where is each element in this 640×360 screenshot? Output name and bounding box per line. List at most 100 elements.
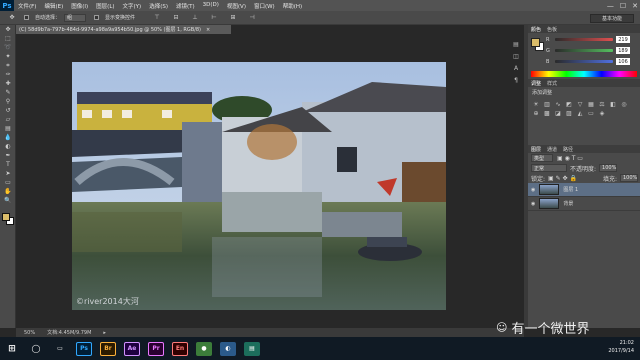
black-white-icon[interactable]: ◧ xyxy=(609,101,617,108)
menu-item[interactable]: 窗口(W) xyxy=(250,2,279,10)
path-select-icon[interactable]: ➤ xyxy=(2,169,14,178)
canvas-photo[interactable]: ©river2014大河 xyxy=(72,62,446,310)
brush-icon[interactable]: ✎ xyxy=(2,88,14,97)
channel-slider[interactable] xyxy=(555,49,613,52)
tab-styles[interactable]: 样式 xyxy=(547,80,557,87)
align-left-icon[interactable]: ⊢ xyxy=(208,13,220,22)
status-arrow-icon[interactable]: ▸ xyxy=(103,330,106,336)
filter-icons[interactable]: ▣ ◉ T ▭ xyxy=(557,155,583,162)
minimize-button[interactable]: — xyxy=(607,2,614,10)
tab-adjustments[interactable]: 调整 xyxy=(531,80,541,87)
invert-icon[interactable]: ◪ xyxy=(554,110,562,117)
gradient-map-icon[interactable]: ▭ xyxy=(587,110,595,117)
vibrance-icon[interactable]: ▽ xyxy=(576,101,584,108)
crop-icon[interactable]: ⌗ xyxy=(2,61,14,70)
photo-filter-icon[interactable]: ◎ xyxy=(620,101,628,108)
align-top-icon[interactable]: ⊤ xyxy=(151,13,163,22)
menu-item[interactable]: 编辑(E) xyxy=(40,2,67,10)
curves-icon[interactable]: ∿ xyxy=(554,101,562,108)
marquee-icon[interactable]: ⬚ xyxy=(2,34,14,43)
auto-select-checkbox[interactable] xyxy=(24,15,29,20)
close-tab-icon[interactable]: × xyxy=(206,27,210,33)
taskbar-app-en-icon[interactable]: En xyxy=(172,341,188,356)
channel-slider[interactable] xyxy=(555,38,613,41)
channel-value-input[interactable]: 106 xyxy=(616,58,630,65)
menu-item[interactable]: 图层(L) xyxy=(92,2,118,10)
menu-item[interactable]: 帮助(H) xyxy=(279,2,306,10)
explorer-icon[interactable]: ▤ xyxy=(244,341,260,356)
tab-channels[interactable]: 通道 xyxy=(547,146,557,153)
blend-mode-dropdown[interactable]: 正常 xyxy=(531,164,567,172)
tab-color[interactable]: 颜色 xyxy=(531,26,541,33)
windows-start-icon[interactable]: ⊞ xyxy=(4,342,20,356)
levels-icon[interactable]: ▥ xyxy=(543,101,551,108)
eyedropper-icon[interactable]: ✑ xyxy=(2,70,14,79)
system-clock[interactable]: 21:02 2017/9/14 xyxy=(608,339,634,355)
document-tab[interactable]: (C) 58d9b7a-797b-484d-9974-a98a9a954b50.… xyxy=(16,25,231,34)
align-right-icon[interactable]: ⊣ xyxy=(246,13,258,22)
selective-color-icon[interactable]: ◈ xyxy=(598,110,606,117)
align-center-icon[interactable]: ⊞ xyxy=(227,13,239,22)
search-icon[interactable]: ◯ xyxy=(28,342,44,356)
pen-icon[interactable]: ✒ xyxy=(2,151,14,160)
menu-item[interactable]: 图像(I) xyxy=(67,2,92,10)
paragraph-panel-icon[interactable]: ¶ xyxy=(512,76,520,84)
exposure-icon[interactable]: ◩ xyxy=(565,101,573,108)
lock-icons[interactable]: ▣ ✎ ✥ 🔒 xyxy=(548,175,577,182)
close-button[interactable]: ✕ xyxy=(632,2,638,10)
posterize-icon[interactable]: ▨ xyxy=(565,110,573,117)
layer-kind-filter[interactable]: 类型 xyxy=(531,154,553,162)
show-transform-checkbox[interactable] xyxy=(94,15,100,20)
zoom-icon[interactable]: 🔍 xyxy=(2,196,14,205)
properties-panel-icon[interactable]: ◫ xyxy=(512,52,520,60)
taskbar-app-pr-icon[interactable]: Pr xyxy=(148,341,164,356)
menu-item[interactable]: 滤镜(T) xyxy=(172,2,199,10)
maximize-button[interactable]: ☐ xyxy=(620,2,626,10)
visibility-eye-icon[interactable]: ◉ xyxy=(531,187,535,193)
tool-color-swatches[interactable] xyxy=(0,213,15,233)
lasso-icon[interactable]: ➰ xyxy=(2,43,14,52)
channel-mixer-icon[interactable]: ⊕ xyxy=(532,110,540,117)
task-view-icon[interactable]: ▭ xyxy=(52,342,68,356)
channel-value-input[interactable]: 219 xyxy=(616,36,630,43)
hand-icon[interactable]: ✋ xyxy=(2,187,14,196)
taskbar-app-ae-icon[interactable]: Ae xyxy=(124,341,140,356)
move-tool-icon[interactable]: ✥ xyxy=(6,13,18,22)
menu-item[interactable]: 选择(S) xyxy=(145,2,172,10)
hue-saturation-icon[interactable]: ▦ xyxy=(587,101,595,108)
gradient-icon[interactable]: ▤ xyxy=(2,124,14,133)
menu-item[interactable]: 文件(F) xyxy=(14,2,40,10)
channel-value-input[interactable]: 189 xyxy=(616,47,630,54)
browser-icon[interactable]: ◐ xyxy=(220,341,236,356)
color-lookup-icon[interactable]: ▩ xyxy=(543,110,551,117)
history-panel-icon[interactable]: ▤ xyxy=(512,40,520,48)
auto-select-dropdown[interactable]: 组 xyxy=(64,13,87,22)
blur-icon[interactable]: 💧 xyxy=(2,133,14,142)
chrome-icon[interactable]: ● xyxy=(196,341,212,356)
layer-row[interactable]: ◉ 背景 xyxy=(528,197,640,211)
opacity-input[interactable]: 100% xyxy=(599,164,618,172)
rectangle-icon[interactable]: ▭ xyxy=(2,178,14,187)
character-panel-icon[interactable]: A xyxy=(512,64,520,72)
zoom-level[interactable]: 50% xyxy=(24,330,35,336)
menu-item[interactable]: 3D(D) xyxy=(199,2,223,10)
text-icon[interactable]: T xyxy=(2,160,14,169)
menu-item[interactable]: 视图(V) xyxy=(223,2,250,10)
align-middle-icon[interactable]: ⊟ xyxy=(170,13,182,22)
move-icon[interactable]: ✥ xyxy=(2,25,14,34)
align-bottom-icon[interactable]: ⊥ xyxy=(189,13,201,22)
workspace-switcher[interactable]: 基本功能 xyxy=(590,14,634,23)
eraser-icon[interactable]: ▱ xyxy=(2,115,14,124)
taskbar-app-ps-icon[interactable]: Ps xyxy=(76,341,92,356)
threshold-icon[interactable]: ◭ xyxy=(576,110,584,117)
healing-icon[interactable]: ✚ xyxy=(2,79,14,88)
history-brush-icon[interactable]: ↺ xyxy=(2,106,14,115)
visibility-eye-icon[interactable]: ◉ xyxy=(531,201,535,207)
stamp-icon[interactable]: ⚲ xyxy=(2,97,14,106)
tab-paths[interactable]: 路径 xyxy=(563,146,573,153)
tab-layers[interactable]: 图层 xyxy=(531,146,541,153)
magic-wand-icon[interactable]: ✦ xyxy=(2,52,14,61)
taskbar-app-br-icon[interactable]: Br xyxy=(100,341,116,356)
color-balance-icon[interactable]: ⚖ xyxy=(598,101,606,108)
fill-input[interactable]: 100% xyxy=(620,174,638,182)
